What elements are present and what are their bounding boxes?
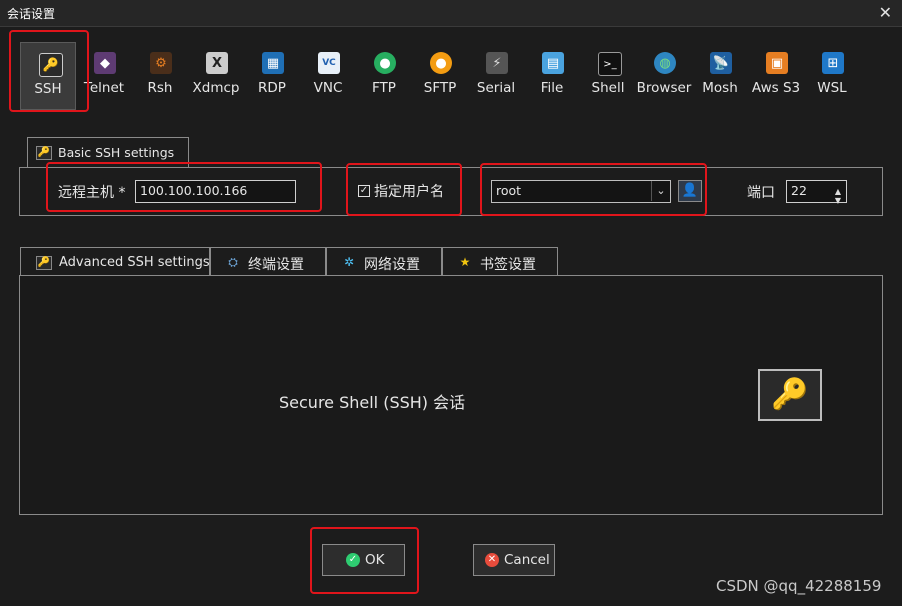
- rsh-icon: ⚙: [150, 52, 172, 74]
- tab-network-settings[interactable]: ✲ 网络设置: [326, 247, 442, 276]
- tool-label: File: [540, 80, 564, 96]
- sftp-icon: ●: [430, 52, 452, 74]
- session-type-shell[interactable]: >_ Shell: [580, 42, 636, 110]
- ssh-key-icon: 🔑: [758, 369, 822, 421]
- tab-label: 书签设置: [480, 257, 536, 273]
- port-label: 端口: [747, 185, 775, 201]
- ok-label: OK: [365, 552, 385, 568]
- session-type-ssh[interactable]: 🔑 SSH: [20, 42, 76, 110]
- session-type-mosh[interactable]: 📡 Mosh: [692, 42, 748, 110]
- remote-host-input[interactable]: 100.100.100.166: [135, 180, 296, 203]
- tool-label: VNC: [313, 80, 343, 96]
- tab-label: 网络设置: [364, 257, 420, 273]
- telnet-icon: ◆: [94, 52, 116, 74]
- session-type-sftp[interactable]: ● SFTP: [412, 42, 468, 110]
- session-type-vnc[interactable]: VC VNC: [300, 42, 356, 110]
- xdmcp-icon: X: [206, 52, 228, 74]
- ftp-icon: ●: [374, 52, 396, 74]
- session-type-serial[interactable]: ⚡ Serial: [468, 42, 524, 110]
- ssh-key-icon: 🔑: [39, 53, 63, 77]
- tab-label: Basic SSH settings: [58, 145, 175, 160]
- file-icon: ▤: [542, 52, 564, 74]
- star-icon: ★: [459, 255, 471, 269]
- tab-advanced-ssh-settings[interactable]: 🔑 Advanced SSH settings: [20, 247, 210, 276]
- session-type-telnet[interactable]: ◆ Telnet: [76, 42, 132, 110]
- tab-basic-ssh-settings[interactable]: 🔑 Basic SSH settings: [27, 137, 189, 167]
- session-type-aws-s3[interactable]: ▣ Aws S3: [748, 42, 804, 110]
- mosh-icon: 📡: [710, 52, 732, 74]
- port-input[interactable]: 22 ▲ ▼: [786, 180, 847, 205]
- key-icon: 🔑: [36, 146, 52, 160]
- session-type-xdmcp[interactable]: X Xdmcp: [188, 42, 244, 110]
- tool-label: Rsh: [147, 80, 173, 96]
- aws-s3-icon: ▣: [766, 52, 788, 74]
- tab-terminal-settings[interactable]: ⛭ 终端设置: [210, 247, 326, 276]
- browser-icon: ◍: [654, 52, 676, 74]
- username-value: root: [496, 183, 522, 198]
- window-title: 会话设置: [7, 7, 56, 21]
- tab-label: Advanced SSH settings: [59, 255, 210, 270]
- title-bar: 会话设置 ✕: [0, 0, 902, 27]
- network-icon: ✲: [343, 255, 355, 269]
- shell-icon: >_: [598, 52, 622, 76]
- serial-icon: ⚡: [486, 52, 508, 74]
- tool-label: Serial: [476, 80, 516, 96]
- specify-username-label: 指定用户名: [374, 184, 444, 200]
- specify-username-checkbox[interactable]: ✓: [358, 185, 370, 197]
- session-description: Secure Shell (SSH) 会话: [279, 393, 466, 412]
- session-type-ftp[interactable]: ● FTP: [356, 42, 412, 110]
- tool-label: Aws S3: [751, 80, 801, 96]
- session-type-rdp[interactable]: ▦ RDP: [244, 42, 300, 110]
- cancel-icon: ✕: [485, 553, 499, 567]
- tool-label: RDP: [258, 80, 286, 96]
- tool-label: SFTP: [423, 80, 457, 96]
- check-icon: ✓: [346, 553, 360, 567]
- tool-label: Telnet: [83, 80, 125, 96]
- session-type-rsh[interactable]: ⚙ Rsh: [132, 42, 188, 110]
- session-type-browser[interactable]: ◍ Browser: [636, 42, 692, 110]
- tool-label: Shell: [591, 80, 625, 96]
- port-value: 22: [791, 183, 807, 198]
- spin-down-icon[interactable]: ▼: [832, 191, 844, 211]
- tool-label: Browser: [636, 80, 692, 96]
- tool-label: Mosh: [702, 80, 738, 96]
- remote-host-label: 远程主机 *: [58, 185, 126, 201]
- session-type-file[interactable]: ▤ File: [524, 42, 580, 110]
- tool-label: WSL: [817, 80, 847, 96]
- vnc-icon: VC: [318, 52, 340, 74]
- tool-label: Xdmcp: [192, 80, 240, 96]
- wsl-icon: ⊞: [822, 52, 844, 74]
- tool-label: SSH: [34, 81, 62, 97]
- session-type-wsl[interactable]: ⊞ WSL: [804, 42, 860, 110]
- tab-bookmark-settings[interactable]: ★ 书签设置: [442, 247, 558, 276]
- user-icon: 👤: [681, 183, 699, 198]
- ok-button[interactable]: ✓ OK: [322, 544, 405, 576]
- tool-label: FTP: [372, 80, 396, 96]
- user-manager-button[interactable]: 👤: [678, 180, 702, 202]
- cancel-label: Cancel: [504, 552, 550, 568]
- key-icon: 🔑: [36, 256, 52, 270]
- cancel-button[interactable]: ✕ Cancel: [473, 544, 555, 576]
- close-icon[interactable]: ✕: [879, 3, 892, 22]
- tab-label: 终端设置: [248, 257, 304, 273]
- chevron-down-icon[interactable]: ⌄: [651, 181, 670, 201]
- username-combobox[interactable]: root ⌄: [491, 180, 671, 203]
- terminal-icon: ⛭: [228, 255, 238, 269]
- rdp-icon: ▦: [262, 52, 284, 74]
- watermark: CSDN @qq_42288159: [716, 577, 882, 595]
